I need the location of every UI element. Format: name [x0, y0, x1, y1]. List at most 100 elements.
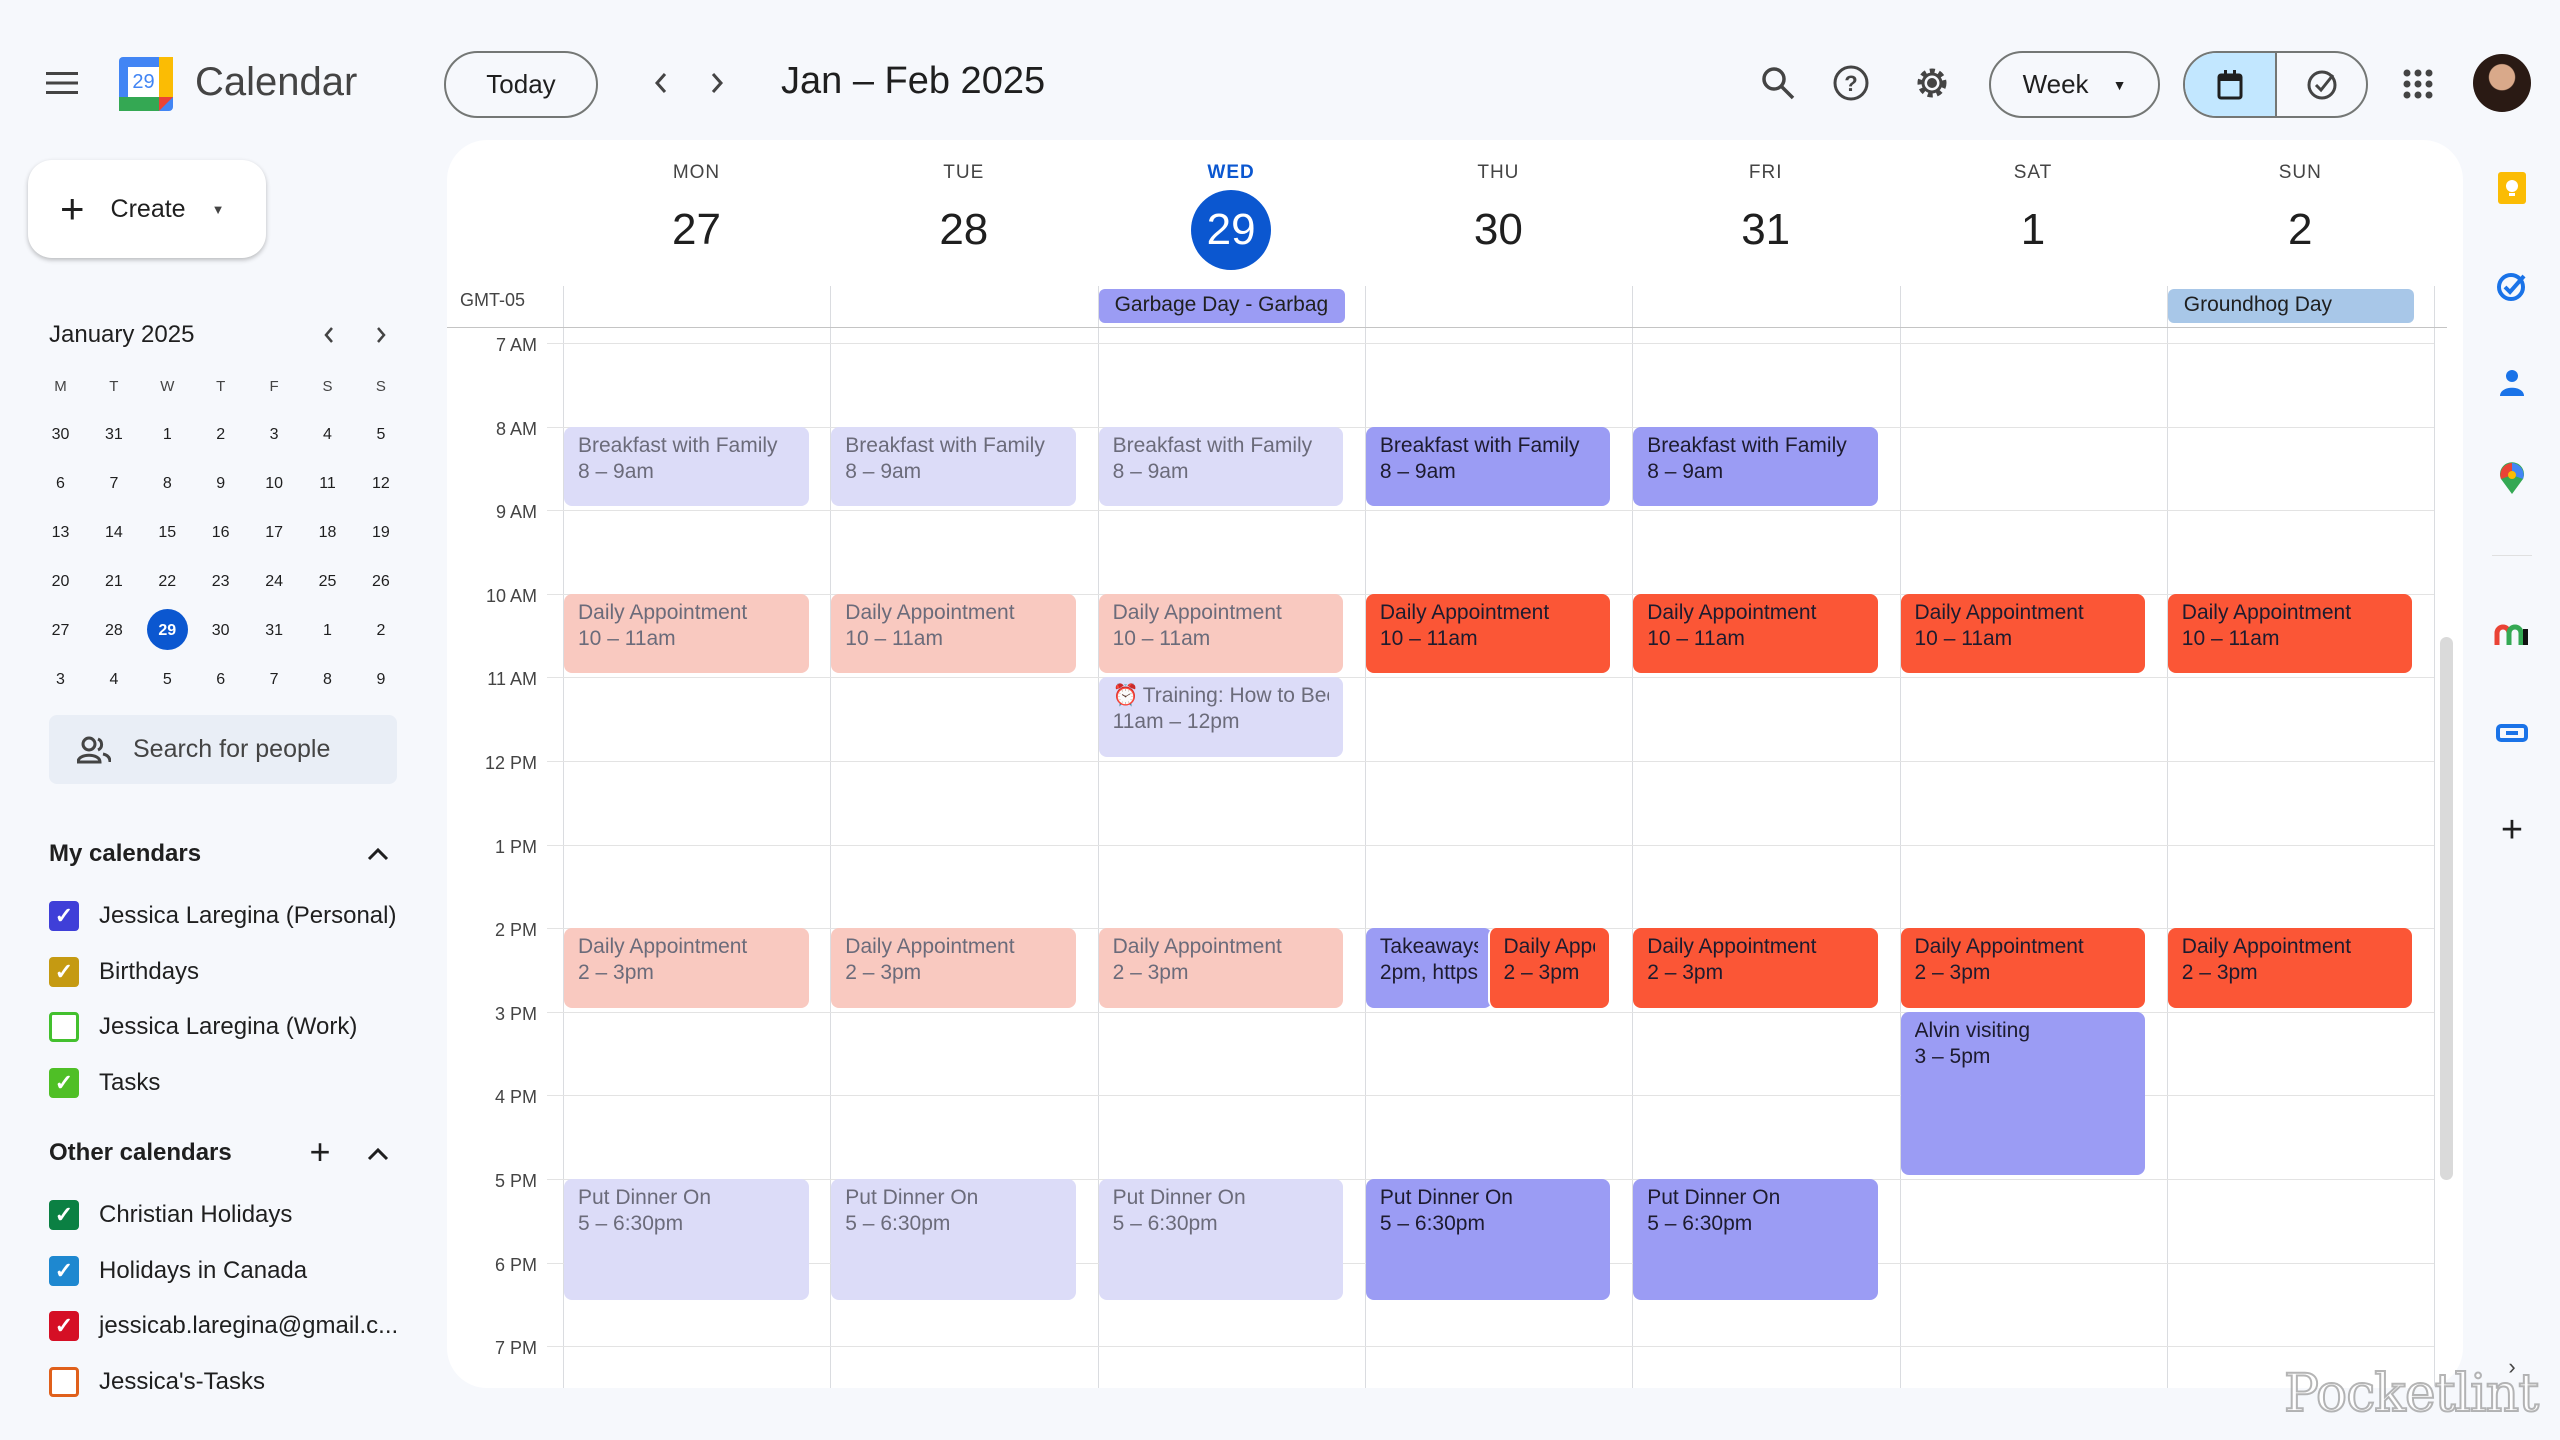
calendar-list-item[interactable]: ✓ Christian Holidays	[49, 1195, 292, 1235]
mini-calendar-day[interactable]: 31	[87, 423, 140, 447]
mini-calendar-day[interactable]: 6	[34, 472, 87, 496]
other-calendars-collapse[interactable]	[358, 1136, 398, 1172]
all-day-event[interactable]: Groundhog Day	[2167, 289, 2414, 323]
avatar[interactable]	[2473, 54, 2531, 112]
mini-calendar-day[interactable]: 12	[354, 472, 407, 496]
calendar-event[interactable]: Daily Appointment 2 – 3pm	[1633, 928, 1878, 1008]
day-number[interactable]: 31	[1632, 202, 1899, 258]
calendar-event[interactable]: Put Dinner On 5 – 6:30pm	[564, 1179, 809, 1301]
calendar-event[interactable]: Daily Appointment 2 – 3pm	[564, 928, 809, 1008]
next-week-button[interactable]	[697, 63, 737, 103]
day-number[interactable]: 2	[2167, 202, 2434, 258]
mini-calendar-next[interactable]	[365, 318, 397, 352]
mini-calendar-day[interactable]: 5	[354, 423, 407, 447]
day-header[interactable]: THU 30	[1365, 140, 1632, 280]
day-header[interactable]: WED 29	[1098, 140, 1365, 280]
mini-calendar-day[interactable]: 24	[248, 570, 301, 594]
mini-calendar-day[interactable]: 9	[194, 472, 247, 496]
mini-calendar-day[interactable]: 21	[87, 570, 140, 594]
mini-calendar-day[interactable]: 7	[248, 668, 301, 692]
mini-calendar-day[interactable]: 11	[301, 472, 354, 496]
calendar-event[interactable]: Daily Appointment 10 – 11am	[1900, 593, 2146, 674]
previous-week-button[interactable]	[641, 63, 681, 103]
calendar-list-item[interactable]: Jessica's-Tasks	[49, 1362, 265, 1402]
calendar-checkbox[interactable]: ✓	[49, 1067, 79, 1098]
google-apps-button[interactable]	[2396, 62, 2440, 106]
calendar-event[interactable]: Breakfast with Family 8 – 9am	[564, 426, 809, 507]
add-other-calendar-button[interactable]: +	[302, 1134, 338, 1170]
day-header[interactable]: TUE 28	[830, 140, 1097, 280]
calendar-event[interactable]: Daily Appointment 10 – 11am	[564, 593, 809, 674]
calendar-checkbox[interactable]	[49, 1366, 79, 1397]
mini-calendar-day[interactable]: 7	[87, 472, 140, 496]
calendar-event[interactable]: Daily Appo 2 – 3pm	[1487, 928, 1610, 1008]
calendar-view-toggle[interactable]	[2185, 53, 2277, 116]
day-header[interactable]: SAT 1	[1900, 140, 2167, 280]
calendar-list-item[interactable]: Jessica Laregina (Work)	[49, 1007, 357, 1047]
mini-calendar-day[interactable]: 8	[301, 668, 354, 692]
calendar-event[interactable]: Daily Appointment 2 – 3pm	[1900, 928, 2146, 1008]
calendar-event[interactable]: Put Dinner On 5 – 6:30pm	[831, 1179, 1076, 1301]
mini-calendar-prev[interactable]	[313, 318, 345, 352]
mini-calendar-day[interactable]: 23	[194, 570, 247, 594]
mini-calendar-day[interactable]: 6	[194, 668, 247, 692]
day-header[interactable]: SUN 2	[2167, 140, 2434, 280]
calendar-checkbox[interactable]: ✓	[49, 1311, 79, 1341]
calendar-list-item[interactable]: ✓ Jessica Laregina (Personal)	[49, 896, 396, 936]
calendar-checkbox[interactable]: ✓	[49, 956, 79, 987]
mini-calendar-day[interactable]: 30	[34, 423, 87, 447]
calendar-event[interactable]: Daily Appointment 2 – 3pm	[1098, 928, 1344, 1008]
calendar-event[interactable]: Daily Appointment 10 – 11am	[1098, 593, 1344, 674]
calendar-list-item[interactable]: ✓ Birthdays	[49, 952, 199, 992]
search-people-input[interactable]: Search for people	[49, 715, 397, 784]
mini-calendar-day[interactable]: 19	[354, 521, 407, 545]
add-addon-button[interactable]: +	[2492, 810, 2532, 850]
calendar-event[interactable]: Breakfast with Family 8 – 9am	[1365, 426, 1611, 507]
main-menu-button[interactable]	[40, 63, 84, 103]
my-calendars-collapse[interactable]	[358, 836, 398, 872]
maps-icon[interactable]	[2492, 458, 2532, 498]
day-header[interactable]: MON 27	[563, 140, 830, 280]
mini-calendar-day[interactable]: 9	[354, 668, 407, 692]
calendar-event[interactable]: Daily Appointment 10 – 11am	[831, 593, 1076, 674]
calendar-event[interactable]: Daily Appointment 10 – 11am	[1633, 593, 1878, 674]
tasks-view-toggle[interactable]	[2277, 53, 2366, 116]
calendar-event[interactable]: Put Dinner On 5 – 6:30pm	[1633, 1179, 1878, 1301]
keep-icon[interactable]	[2492, 168, 2532, 208]
mini-calendar-day[interactable]: 4	[301, 423, 354, 447]
calendar-checkbox[interactable]: ✓	[49, 1255, 79, 1286]
tasks-icon[interactable]	[2492, 266, 2532, 306]
day-number[interactable]: 30	[1365, 202, 1632, 258]
all-day-event[interactable]: Garbage Day - Garbag	[1098, 289, 1345, 323]
mini-calendar-day[interactable]: 27	[34, 619, 87, 643]
day-number[interactable]: 1	[1900, 202, 2167, 258]
calendar-event[interactable]: Daily Appointment 2 – 3pm	[831, 928, 1076, 1008]
calendar-checkbox[interactable]: ✓	[49, 901, 79, 931]
search-button[interactable]	[1755, 60, 1801, 106]
calendar-event[interactable]: Put Dinner On 5 – 6:30pm	[1365, 1179, 1611, 1301]
mini-calendar-day[interactable]: 15	[141, 521, 194, 545]
settings-button[interactable]	[1909, 60, 1955, 106]
calendar-checkbox[interactable]: ✓	[49, 1200, 79, 1230]
mini-calendar-day[interactable]: 25	[301, 570, 354, 594]
mini-calendar-day[interactable]: 30	[194, 619, 247, 643]
calendar-event[interactable]: Takeaways 2pm, https:	[1365, 928, 1492, 1008]
calendar-event[interactable]: Daily Appointment 10 – 11am	[2167, 593, 2413, 674]
calendar-event[interactable]: Daily Appointment 2 – 3pm	[2167, 928, 2413, 1008]
view-selector[interactable]: Week ▼	[1989, 51, 2160, 118]
mini-calendar-day[interactable]: 17	[248, 521, 301, 545]
calendar-event[interactable]: Breakfast with Family 8 – 9am	[1098, 426, 1344, 507]
calendar-event[interactable]: ⏰ Training: How to Bec 11am – 12pm	[1098, 677, 1344, 757]
monday-icon[interactable]	[2492, 615, 2532, 655]
mini-calendar-day[interactable]: 4	[87, 668, 140, 692]
mini-calendar-day[interactable]: 13	[34, 521, 87, 545]
day-number[interactable]: 27	[563, 202, 830, 258]
mini-calendar-day[interactable]: 3	[248, 423, 301, 447]
calendar-list-item[interactable]: ✓ Tasks	[49, 1063, 160, 1103]
help-button[interactable]: ?	[1828, 60, 1874, 106]
mini-calendar-day[interactable]: 20	[34, 570, 87, 594]
day-number[interactable]: 29	[1098, 202, 1365, 258]
mini-calendar-day[interactable]: 2	[354, 619, 407, 643]
mini-calendar-day[interactable]: 22	[141, 570, 194, 594]
day-number[interactable]: 28	[830, 202, 1097, 258]
